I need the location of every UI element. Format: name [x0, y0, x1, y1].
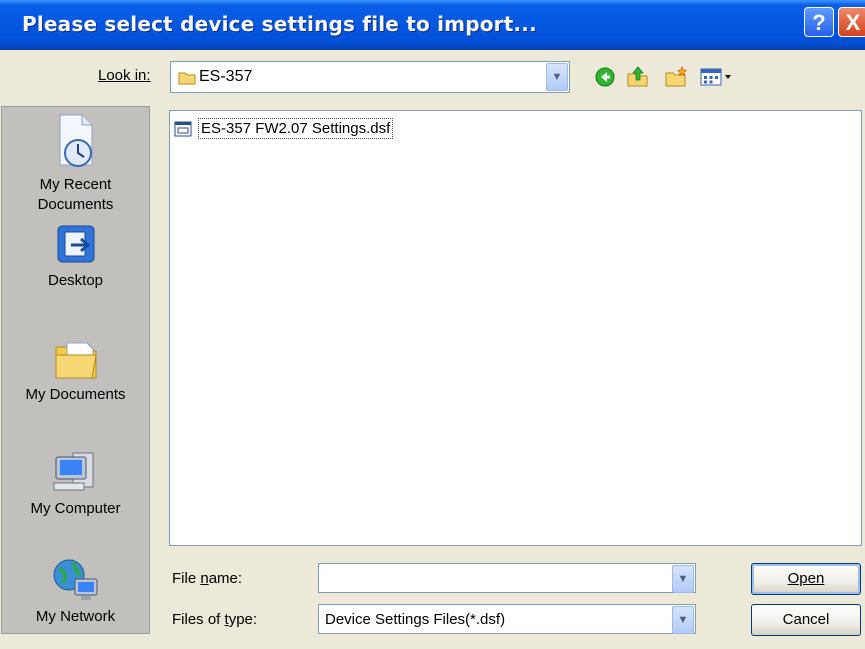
place-my-computer[interactable]: My Computer: [2, 447, 149, 519]
up-folder-icon[interactable]: [626, 66, 650, 88]
place-desktop[interactable]: Desktop: [2, 223, 149, 291]
file-name: ES-357 FW2.07 Settings.dsf: [198, 118, 394, 139]
place-recent-documents-label: My Recent Documents: [37, 176, 114, 213]
place-my-documents[interactable]: My Documents: [2, 337, 149, 405]
settings-file-icon: [174, 121, 192, 137]
file-name-label: File name:: [172, 570, 243, 587]
look-in-dropdown-button[interactable]: ▼: [546, 63, 568, 91]
open-button[interactable]: Open: [751, 563, 861, 595]
files-of-type-select[interactable]: Device Settings Files(*.dsf) ▼: [318, 604, 696, 634]
place-my-network[interactable]: My Network: [2, 557, 149, 627]
files-of-type-dropdown-button[interactable]: ▼: [672, 606, 694, 634]
place-recent-documents[interactable]: My Recent Documents: [2, 113, 149, 215]
place-my-network-label: My Network: [35, 608, 116, 625]
place-desktop-label: Desktop: [47, 272, 104, 289]
cancel-button[interactable]: Cancel: [751, 604, 861, 636]
desktop-icon: [57, 225, 94, 263]
my-network-icon: [53, 559, 97, 600]
window-title: Please select device settings file to im…: [22, 12, 537, 36]
look-in-label: Look in:: [98, 67, 151, 84]
place-my-computer-label: My Computer: [30, 500, 121, 517]
file-name-input[interactable]: ▼: [318, 563, 696, 593]
new-folder-icon[interactable]: [664, 66, 688, 88]
look-in-value: ES-357: [199, 68, 253, 85]
help-button[interactable]: ?: [804, 7, 834, 37]
back-icon[interactable]: [594, 66, 616, 88]
my-computer-icon: [53, 452, 93, 491]
look-in-combo[interactable]: ES-357 ▼: [170, 61, 570, 93]
place-my-documents-label: My Documents: [25, 386, 126, 403]
folder-icon: [178, 72, 196, 85]
places-bar: My Recent Documents Desktop My Documents…: [1, 106, 150, 634]
title-bar: Please select device settings file to im…: [0, 0, 865, 50]
file-name-dropdown-button[interactable]: ▼: [672, 565, 694, 593]
open-button-label: Open: [787, 570, 825, 587]
files-of-type-value: Device Settings Files(*.dsf): [325, 611, 506, 628]
look-in-label-text: Look in:: [98, 67, 151, 84]
close-button[interactable]: X: [838, 7, 865, 37]
view-menu-icon[interactable]: [699, 66, 735, 88]
files-of-type-label: Files of type:: [172, 611, 258, 628]
file-list[interactable]: ES-357 FW2.07 Settings.dsf: [169, 110, 862, 546]
my-documents-icon: [55, 342, 97, 379]
recent-documents-icon: [59, 114, 92, 167]
